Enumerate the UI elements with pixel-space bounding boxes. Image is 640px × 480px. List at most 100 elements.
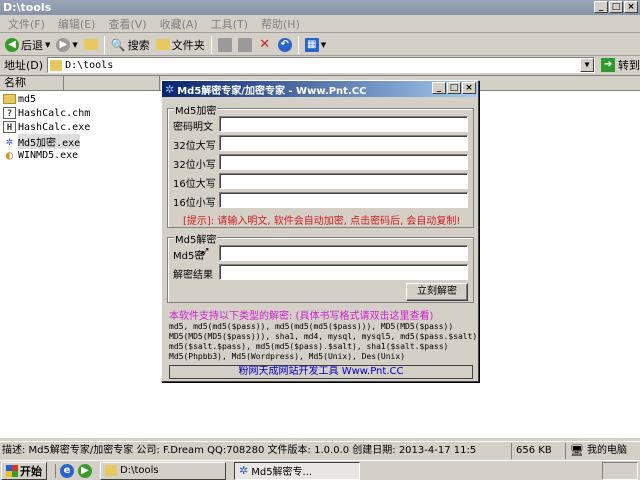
go-arrow-icon: ➔: [601, 58, 616, 72]
upper32-label: 32位大写: [173, 141, 216, 152]
computer-icon: 🖥: [570, 443, 584, 457]
hint-text: [提示]: 请输入明文, 软件会自动加密, 点击密码后, 会自动复制!: [183, 216, 461, 227]
back-button[interactable]: ◀ 后退 ▼: [2, 35, 53, 55]
upper16-field[interactable]: [219, 173, 468, 189]
forward-button[interactable]: ▶ ▼: [53, 35, 80, 55]
menu-tools[interactable]: 工具(T): [207, 16, 257, 32]
file-name: Md5加密.exe: [18, 133, 81, 149]
copy-to-button[interactable]: [235, 35, 255, 55]
address-value: D:\tools: [65, 59, 114, 71]
menu-help[interactable]: 帮助(H): [257, 16, 309, 32]
move-to-button[interactable]: [215, 35, 235, 55]
undo-button[interactable]: ↶: [275, 35, 295, 55]
task-explorer-label: D:\tools: [120, 465, 159, 476]
views-button[interactable]: ▦ ▼: [302, 35, 329, 55]
toolbar: ◀ 后退 ▼ ▶ ▼ 🔍 搜索 文件夹 ✕ ↶ ▦ ▼: [0, 34, 640, 56]
upper32-field[interactable]: [219, 135, 468, 151]
chevron-down-icon: ▼: [320, 40, 327, 49]
encrypt-group-label: Md5加密: [174, 102, 218, 117]
format-line: MD5(MD5(MD5($pass))), sha1, md4, mysql, …: [169, 332, 478, 341]
column-header-name[interactable]: 名称: [0, 76, 64, 91]
address-dropdown-button[interactable]: ▼: [580, 58, 595, 72]
format-line: md5($salt.$pass), md5(md5($pass).$salt),…: [169, 342, 449, 351]
folder-icon: [105, 465, 117, 476]
file-name: HashCalc.exe: [18, 121, 91, 133]
minimize-button[interactable]: _: [594, 1, 608, 13]
start-button[interactable]: 开始: [1, 461, 47, 480]
forward-arrow-icon: ▶: [56, 37, 71, 52]
maximize-button[interactable]: □: [609, 1, 623, 13]
task-md5-label: Md5解密专...: [251, 467, 313, 478]
file-name: HashCalc.chm: [18, 107, 91, 119]
close-button[interactable]: ×: [624, 1, 638, 13]
lower32-field[interactable]: [219, 154, 468, 170]
address-input[interactable]: D:\tools ▼: [47, 57, 596, 73]
menu-file[interactable]: 文件(F): [4, 16, 54, 32]
start-label: 开始: [20, 464, 42, 478]
undo-icon: ↶: [277, 37, 292, 52]
decrypt-group: Md5解密 Md5密 解密结果 立刻解密: [167, 231, 474, 303]
result-field[interactable]: [219, 264, 468, 280]
format-line: md5, md5(md5($pass)), md5(md5(md5($pass)…: [169, 322, 454, 331]
toolbar-divider: [210, 35, 212, 54]
task-explorer[interactable]: D:\tools: [100, 461, 226, 480]
list-item[interactable]: ◐ WINMD5.exe: [3, 148, 90, 162]
menu-edit[interactable]: 编辑(E): [54, 16, 105, 32]
formats-list: md5, md5(md5($pass)), md5(md5(md5($pass)…: [169, 322, 477, 362]
dialog-minimize-button[interactable]: _: [432, 82, 446, 94]
toolbar-divider: [297, 35, 299, 54]
delete-x-icon: ✕: [259, 36, 271, 52]
dialog-title: Md5解密专家/加密专家 - Www.Pnt.CC: [177, 85, 367, 97]
go-button[interactable]: ➔ 转到: [601, 57, 640, 73]
ie-icon[interactable]: e: [60, 463, 74, 478]
address-bar: 地址(D) D:\tools ▼ ➔ 转到: [0, 56, 640, 74]
menu-view[interactable]: 查看(V): [104, 16, 155, 32]
windows-logo-icon: [6, 464, 18, 477]
lower32-label: 32位小写: [173, 160, 216, 171]
cipher-input[interactable]: [219, 245, 468, 261]
list-item[interactable]: ? HashCalc.chm: [3, 106, 90, 120]
up-folder-icon: [83, 39, 98, 50]
move-to-icon: [217, 37, 232, 52]
status-location-label: 我的电脑: [586, 444, 627, 456]
chm-icon: ?: [3, 107, 16, 119]
quick-launch: e ▶: [55, 463, 92, 478]
delete-button[interactable]: ✕: [255, 35, 275, 55]
support-text[interactable]: 本软件支持以下类型的解密: (具体书写格式请双击这里查看): [169, 307, 433, 322]
dialog-title-bar[interactable]: ✲ Md5解密专家/加密专家 - Www.Pnt.CC _ □ ×: [162, 81, 478, 97]
system-tray: [602, 462, 638, 480]
toolbar-divider: [103, 35, 105, 54]
list-item[interactable]: H HashCalc.exe: [3, 120, 90, 134]
media-player-icon[interactable]: ▶: [78, 463, 92, 478]
status-location: 🖥 我的电脑: [566, 443, 636, 459]
folders-label: 文件夹: [171, 38, 205, 52]
taskbar: 开始 e ▶ D:\tools ✲ Md5解密专...: [0, 460, 640, 480]
result-label: 解密结果: [173, 270, 213, 281]
md5-dialog[interactable]: ✲ Md5解密专家/加密专家 - Www.Pnt.CC _ □ × Md5加密 …: [161, 80, 479, 382]
chevron-down-icon: ▼: [72, 40, 78, 49]
dialog-close-button[interactable]: ×: [462, 82, 476, 94]
folders-icon: [155, 39, 170, 50]
copy-to-icon: [237, 37, 252, 52]
menu-favorites[interactable]: 收藏(A): [156, 16, 207, 32]
gear-icon: ✲: [5, 134, 14, 148]
plaintext-input[interactable]: [219, 116, 468, 132]
search-button[interactable]: 🔍 搜索: [108, 35, 153, 55]
plaintext-label: 密码明文: [173, 122, 213, 133]
list-item[interactable]: ✲ Md5加密.exe: [3, 133, 90, 149]
menu-bar: 文件(F) 编辑(E) 查看(V) 收藏(A) 工具(T) 帮助(H): [0, 15, 640, 33]
list-item[interactable]: md5: [3, 92, 90, 106]
file-name: WINMD5.exe: [18, 149, 79, 161]
dialog-maximize-button[interactable]: □: [447, 82, 461, 94]
search-icon: 🔍: [110, 37, 126, 52]
column-header-size[interactable]: [64, 76, 160, 91]
folders-button[interactable]: 文件夹: [153, 35, 208, 55]
format-line: Md5(Phpbb3), Md5(Wordpress), Md5(Unix), …: [169, 352, 406, 361]
up-button[interactable]: [81, 35, 101, 55]
folder-icon: [3, 94, 16, 104]
lower16-field[interactable]: [219, 192, 468, 208]
explorer-title-bar[interactable]: D:\tools _ □ ×: [0, 0, 640, 15]
decrypt-button[interactable]: 立刻解密: [406, 283, 468, 301]
footer-link[interactable]: 粉网天成网站开发工具 Www.Pnt.CC: [169, 365, 473, 379]
task-md5[interactable]: ✲ Md5解密专...: [234, 461, 360, 480]
